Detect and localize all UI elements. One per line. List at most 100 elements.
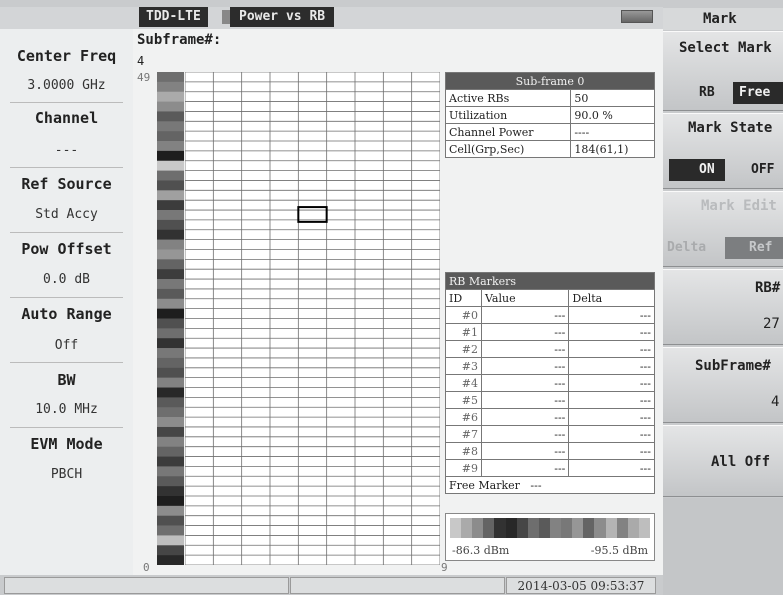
legend-ramp — [450, 518, 650, 538]
select-free-option[interactable]: Free — [733, 82, 783, 104]
ramp-swatch — [483, 518, 495, 538]
edit-delta-option[interactable]: Delta — [663, 237, 712, 259]
channel-value: --- — [54, 143, 79, 158]
colorbar-cell — [157, 229, 184, 240]
divider — [10, 102, 123, 103]
center-freq-label[interactable]: Center Freq — [0, 47, 133, 65]
ramp-swatch — [627, 518, 639, 538]
marker-id: #1 — [445, 323, 482, 341]
evm-mode-label[interactable]: EVM Mode — [0, 435, 133, 453]
marker-id: #9 — [445, 459, 482, 477]
state-off-option[interactable]: OFF — [733, 159, 780, 181]
marker-id: #3 — [445, 357, 482, 375]
colorbar-cell — [157, 476, 184, 487]
marker-id: #2 — [445, 340, 482, 358]
colorbar-cell — [157, 269, 184, 280]
col-header-value: Value — [480, 289, 570, 307]
colorbar-cell — [157, 377, 184, 388]
channel-label[interactable]: Channel — [0, 109, 133, 127]
colorbar-cell — [157, 367, 184, 378]
marker-delta: --- — [568, 306, 655, 324]
rb-number-softkey[interactable]: RB# 27 — [663, 269, 783, 345]
measurement-label[interactable]: Power vs RB — [230, 7, 335, 27]
all-off-softkey[interactable]: All Off — [663, 425, 783, 497]
ramp-swatch — [561, 518, 573, 538]
table-row: Channel Power ---- — [444, 123, 655, 141]
colorbar-cell — [157, 328, 184, 339]
colorbar-cell — [157, 298, 184, 309]
ramp-swatch — [505, 518, 517, 538]
marker-value: --- — [480, 459, 570, 477]
rb-power-grid[interactable] — [185, 72, 440, 565]
colorbar-cell — [157, 91, 184, 102]
marker-delta: --- — [568, 442, 655, 460]
colorbar-cell — [157, 101, 184, 112]
marker-value: --- — [480, 425, 570, 443]
evm-mode-value: PBCH — [50, 467, 83, 482]
row-value: 50 — [570, 89, 655, 107]
subframe-number-softkey[interactable]: SubFrame# 4 — [663, 347, 783, 423]
colorbar-cell — [157, 131, 184, 142]
subframe-number-label: SubFrame# — [695, 358, 771, 374]
colorbar-cell — [157, 81, 184, 93]
marker-value: --- — [480, 374, 570, 392]
divider — [10, 167, 123, 168]
marker-value: --- — [480, 357, 570, 375]
power-colorbar — [157, 72, 184, 565]
row-value: ---- — [570, 123, 655, 141]
ramp-swatch — [605, 518, 617, 538]
colorbar-cell — [157, 545, 184, 556]
colorbar-cell — [157, 495, 184, 507]
colorbar-cell — [157, 259, 184, 270]
colorbar-cell — [157, 456, 184, 467]
row-value: 90.0 % — [570, 106, 655, 124]
ramp-swatch — [616, 518, 628, 538]
ramp-swatch — [527, 518, 539, 538]
divider — [10, 427, 123, 428]
ramp-swatch — [572, 518, 584, 538]
table-row: Cell(Grp,Sec) 184(61,1) — [444, 140, 655, 158]
ramp-swatch — [461, 518, 473, 538]
ref-source-label[interactable]: Ref Source — [0, 175, 133, 193]
rb-markers-title: RB Markers — [445, 272, 655, 290]
colorbar-cell — [157, 387, 184, 398]
subframe-label: Subframe#: — [137, 32, 222, 48]
all-off-label: All Off — [711, 454, 771, 470]
free-marker-value: --- — [530, 478, 542, 492]
legend-max: -95.5 dBm — [590, 544, 648, 557]
marker-delta: --- — [568, 459, 655, 477]
colorbar-cell — [157, 288, 184, 300]
mode-label[interactable]: TDD-LTE — [139, 7, 208, 27]
auto-range-label[interactable]: Auto Range — [0, 305, 133, 323]
ref-source-value: Std Accy — [35, 207, 98, 222]
colorbar-cell — [157, 555, 184, 565]
marker-delta: --- — [568, 425, 655, 443]
marker-delta: --- — [568, 340, 655, 358]
colorbar-cell — [157, 180, 184, 191]
colorbar-cell — [157, 150, 184, 162]
select-mark-softkey[interactable]: Select Mark RB Free — [663, 31, 783, 111]
colorbar-cell — [157, 72, 184, 83]
status-cell — [290, 577, 505, 594]
measurement-view: Subframe#: 4 49 0 9 Sub-frame 0 Active R… — [133, 29, 663, 575]
colorbar-cell — [157, 397, 184, 408]
divider — [10, 297, 123, 298]
state-on-option[interactable]: ON — [669, 159, 725, 181]
colorbar-cell — [157, 279, 184, 290]
marker-value: --- — [480, 391, 570, 409]
mark-state-softkey[interactable]: Mark State ON OFF — [663, 113, 783, 189]
marker-id: #5 — [445, 391, 482, 409]
separator-arrow-icon — [222, 10, 230, 24]
row-key: Cell(Grp,Sec) — [444, 140, 572, 158]
mark-edit-softkey[interactable]: Mark Edit Delta Ref — [663, 191, 783, 267]
marker-delta: --- — [568, 374, 655, 392]
bw-label[interactable]: BW — [0, 371, 133, 389]
marker-value: --- — [480, 323, 570, 341]
select-rb-option[interactable]: RB — [693, 82, 721, 104]
colorbar-cell — [157, 515, 184, 526]
ramp-swatch — [472, 518, 484, 538]
colorbar-cell — [157, 111, 184, 122]
edit-ref-option[interactable]: Ref — [725, 237, 783, 259]
pow-offset-label[interactable]: Pow Offset — [0, 240, 133, 258]
marker-delta: --- — [568, 323, 655, 341]
